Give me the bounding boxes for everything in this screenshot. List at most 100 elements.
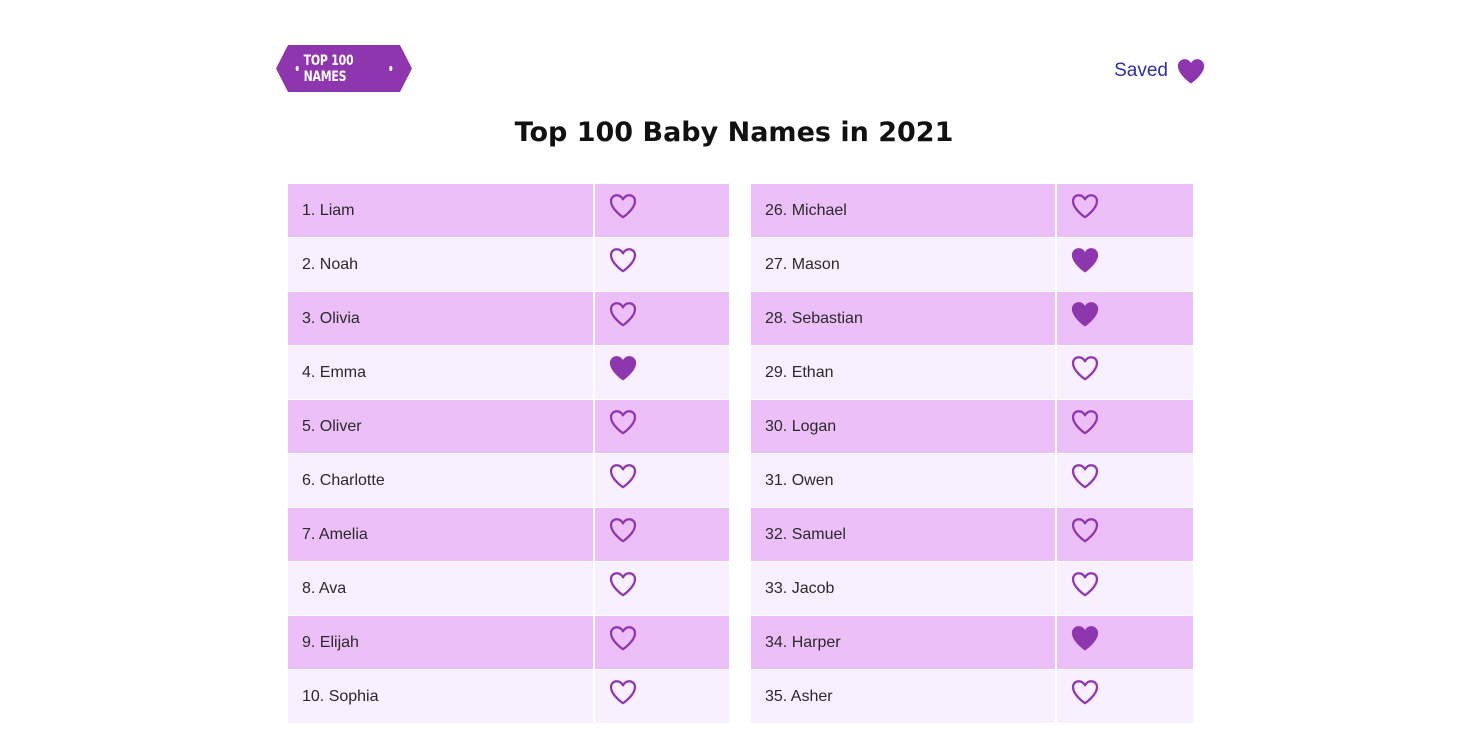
- heart-cell: [1056, 345, 1193, 400]
- table-row: 6. Charlotte: [288, 453, 729, 508]
- name-cell: 32. Samuel: [751, 507, 1057, 562]
- name-cell: 9. Elijah: [288, 615, 595, 670]
- heart-cell: [594, 669, 729, 724]
- heart-outline-icon[interactable]: [608, 678, 638, 706]
- page-title: Top 100 Baby Names in 2021: [514, 117, 954, 148]
- heart-outline-icon[interactable]: [1070, 462, 1100, 490]
- name-label: 32. Samuel: [765, 525, 846, 543]
- heart-outline-icon[interactable]: [1070, 354, 1100, 382]
- heart-outline-icon[interactable]: [608, 624, 638, 652]
- name-cell: 27. Mason: [751, 237, 1057, 292]
- logo-dot-left: [295, 66, 299, 71]
- logo-text-wrap: TOP 100 NAMES: [291, 45, 397, 92]
- heart-outline-icon[interactable]: [608, 462, 638, 490]
- heart-outline-icon[interactable]: [608, 570, 638, 598]
- table-row: 30. Logan: [751, 399, 1193, 454]
- table-row: 29. Ethan: [751, 345, 1193, 400]
- heart-cell: [594, 345, 729, 400]
- heart-cell: [594, 291, 729, 346]
- table-row: 3. Olivia: [288, 291, 729, 346]
- name-label: 6. Charlotte: [302, 471, 385, 489]
- name-cell: 7. Amelia: [288, 507, 595, 562]
- name-cell: 4. Emma: [288, 345, 595, 400]
- heart-cell: [594, 615, 729, 670]
- name-label: 10. Sophia: [302, 687, 379, 705]
- table-row: 28. Sebastian: [751, 291, 1193, 346]
- name-cell: 30. Logan: [751, 399, 1057, 454]
- heart-cell: [1056, 615, 1193, 670]
- heart-cell: [1056, 669, 1193, 724]
- name-cell: 35. Asher: [751, 669, 1057, 724]
- name-cell: 10. Sophia: [288, 669, 595, 724]
- heart-filled-icon[interactable]: [608, 354, 638, 382]
- heart-cell: [594, 453, 729, 508]
- table-row: 33. Jacob: [751, 561, 1193, 616]
- heart-filled-icon[interactable]: [1070, 246, 1100, 274]
- name-cell: 6. Charlotte: [288, 453, 595, 508]
- heart-cell: [1056, 453, 1193, 508]
- name-label: 2. Noah: [302, 255, 359, 273]
- table-row: 1. Liam: [288, 184, 729, 238]
- name-label: 28. Sebastian: [765, 309, 863, 327]
- heart-filled-icon[interactable]: [1070, 300, 1100, 328]
- name-label: 1. Liam: [302, 201, 355, 219]
- heart-cell: [594, 561, 729, 616]
- table-row: 7. Amelia: [288, 507, 729, 562]
- names-table-right: 26. Michael 27. Mason 28. Sebastian 29. Eth…: [751, 184, 1193, 724]
- table-row: 4. Emma: [288, 345, 729, 400]
- name-label: 26. Michael: [765, 201, 847, 219]
- table-row: 9. Elijah: [288, 615, 729, 670]
- name-cell: 31. Owen: [751, 453, 1057, 508]
- name-label: 7. Amelia: [302, 525, 368, 543]
- table-row: 26. Michael: [751, 184, 1193, 238]
- name-label: 5. Oliver: [302, 417, 362, 435]
- name-cell: 1. Liam: [288, 184, 595, 238]
- name-cell: 34. Harper: [751, 615, 1057, 670]
- logo-dot-right: [389, 66, 393, 71]
- name-label: 27. Mason: [765, 255, 840, 273]
- name-label: 8. Ava: [302, 579, 347, 597]
- heart-outline-icon[interactable]: [608, 192, 638, 220]
- heart-outline-icon[interactable]: [608, 246, 638, 274]
- page: TOP 100 NAMES Saved Top 100 Baby Names i…: [0, 0, 1468, 730]
- heart-outline-icon[interactable]: [1070, 408, 1100, 436]
- heart-outline-icon[interactable]: [1070, 678, 1100, 706]
- heart-outline-icon[interactable]: [608, 408, 638, 436]
- heart-cell: [594, 399, 729, 454]
- heart-cell: [1056, 237, 1193, 292]
- name-label: 9. Elijah: [302, 633, 359, 651]
- heart-cell: [1056, 184, 1193, 238]
- heart-cell: [594, 184, 729, 238]
- table-row: 35. Asher: [751, 669, 1193, 724]
- heart-cell: [1056, 507, 1193, 562]
- heart-cell: [594, 237, 729, 292]
- logo[interactable]: TOP 100 NAMES: [276, 45, 412, 92]
- heart-outline-icon[interactable]: [608, 300, 638, 328]
- name-cell: 8. Ava: [288, 561, 595, 616]
- name-label: 30. Logan: [765, 417, 837, 435]
- saved-link[interactable]: Saved: [1114, 57, 1206, 85]
- name-cell: 28. Sebastian: [751, 291, 1057, 346]
- name-cell: 2. Noah: [288, 237, 595, 292]
- heart-outline-icon[interactable]: [608, 516, 638, 544]
- table-row: 32. Samuel: [751, 507, 1193, 562]
- name-label: 35. Asher: [765, 687, 833, 705]
- table-row: 10. Sophia: [288, 669, 729, 724]
- heart-filled-icon[interactable]: [1070, 624, 1100, 652]
- name-label: 4. Emma: [302, 363, 367, 381]
- saved-label: Saved: [1114, 60, 1168, 81]
- heart-cell: [1056, 399, 1193, 454]
- name-cell: 5. Oliver: [288, 399, 595, 454]
- heart-filled-icon: [1176, 57, 1206, 85]
- heart-cell: [1056, 561, 1193, 616]
- heart-outline-icon[interactable]: [1070, 516, 1100, 544]
- names-table-left-body: 1. Liam 2. Noah 3. Olivia 4. Emma 5. Oliver 6…: [288, 184, 729, 724]
- logo-text: TOP 100 NAMES: [303, 52, 354, 85]
- heart-outline-icon[interactable]: [1070, 570, 1100, 598]
- table-row: 31. Owen: [751, 453, 1193, 508]
- heart-outline-icon[interactable]: [1070, 192, 1100, 220]
- name-cell: 29. Ethan: [751, 345, 1057, 400]
- heart-cell: [1056, 291, 1193, 346]
- name-cell: 3. Olivia: [288, 291, 595, 346]
- table-row: 5. Oliver: [288, 399, 729, 454]
